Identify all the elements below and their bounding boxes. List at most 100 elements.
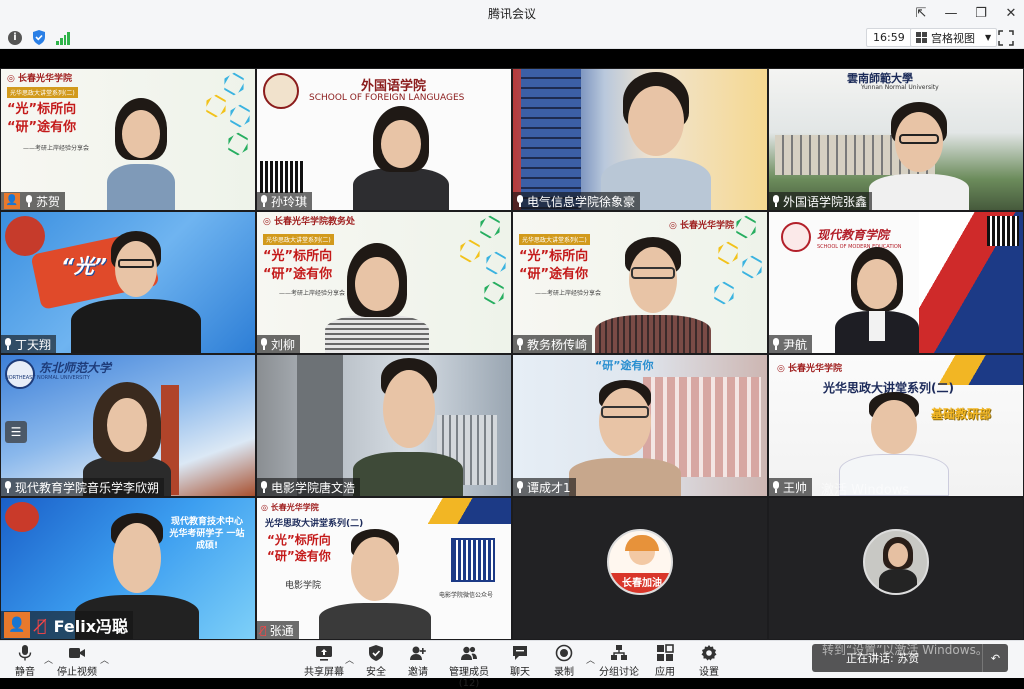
logo-decoration: [5, 216, 45, 256]
signal-icon[interactable]: [56, 31, 70, 45]
video-tile[interactable]: 现代教育技术中心 光华考研学子 一站成硕! 👤 🎙̸ Felix冯聪: [1, 498, 255, 639]
settings-button[interactable]: 设置: [686, 644, 732, 678]
info-icon[interactable]: i: [8, 30, 22, 45]
video-tile[interactable]: ◎ 长春光华学院教务处 光华思政大讲堂系列(二) “光”标所向 “研”途有你 —…: [257, 212, 511, 353]
microphone-icon: [516, 481, 524, 493]
add-user-icon: [410, 646, 426, 660]
participant-name-tag: 👤 苏贺: [1, 192, 66, 210]
restore-icon[interactable]: ❐: [974, 6, 988, 21]
school-logo: ◎ 长春光华学院: [777, 364, 842, 374]
chevron-up-icon[interactable]: ︿: [44, 653, 53, 666]
participant-figure: [71, 231, 201, 353]
video-tile[interactable]: ◎ 长春光华学院 光华思政大讲堂系列(二) “光”标所向 “研”途有你 电影学院…: [257, 498, 511, 639]
stop-video-button[interactable]: 停止视频: [54, 644, 100, 678]
school-seal: [5, 359, 35, 389]
microphone-icon: [516, 195, 524, 207]
school-seal: [781, 222, 811, 252]
avatar: [863, 529, 929, 595]
list-icon[interactable]: ☰: [5, 421, 27, 443]
qr-caption: 电影学院微信公众号: [439, 592, 494, 599]
mute-button[interactable]: 静音: [2, 644, 48, 678]
university-name-en: NORTHEAST NORMAL UNIVERSITY: [5, 375, 90, 381]
hexagon-decoration: [713, 238, 743, 268]
video-tile[interactable]: ◎ 长春光华学院 光华思政大讲堂系列(二) “光”标所向 “研”途有你 ——考研…: [1, 69, 255, 210]
activate-windows-watermark: 转到“设置”以激活 Windows。: [822, 643, 988, 657]
hexagon-decoration: [731, 212, 761, 242]
window-title: 腾讯会议: [487, 7, 536, 21]
participant-figure: [595, 237, 711, 353]
banner-decoration: [407, 498, 511, 524]
fullscreen-icon[interactable]: [998, 30, 1014, 46]
shield-icon: [369, 645, 383, 661]
microphone-icon: [516, 338, 524, 350]
chat-button[interactable]: 聊天: [497, 644, 543, 678]
microphone-icon: [772, 195, 780, 207]
banner-subtitle: ——考研上岸经验分享会: [23, 145, 90, 152]
banner-tag: 光华思政大讲堂系列(二): [7, 87, 78, 98]
view-mode-button[interactable]: 宫格视图 ▼: [910, 28, 998, 47]
record-button[interactable]: 录制: [541, 644, 587, 678]
chat-icon: [513, 646, 527, 660]
qr-code: [987, 216, 1019, 246]
microphone-icon: [772, 338, 780, 350]
video-tile[interactable]: “研”途有你 谭成才1: [513, 355, 767, 496]
hexagon-decoration: [475, 212, 505, 242]
video-tile[interactable]: 电气信息学院徐象豪: [513, 69, 767, 210]
school-name-cn: 现代教育学院: [817, 228, 890, 242]
muted-microphone-icon: 🎙̸: [37, 615, 47, 635]
school-name-cn: 外国语学院: [361, 79, 427, 94]
windows-watermark: 激活 Windows: [821, 483, 910, 496]
qr-code: [451, 538, 495, 582]
video-tile[interactable]: ◎ 长春光华学院 光华思政大讲堂系列(二) “光”标所向 “研”途有你 ——考研…: [513, 212, 767, 353]
participant-figure: [101, 98, 181, 210]
apps-button[interactable]: 应用: [642, 644, 688, 678]
chevron-down-icon: ▼: [985, 33, 992, 42]
participant-name-tag: 现代教育学院音乐学李欣朔: [1, 478, 165, 496]
banner-title: “光”标所向 “研”途有你: [7, 102, 77, 135]
gear-icon: [701, 645, 717, 661]
video-tile[interactable]: 现代教育学院 SCHOOL OF MODERN EDUCATION 尹航: [769, 212, 1023, 353]
participant-name-tag: 刘柳: [257, 335, 301, 353]
pin-icon[interactable]: ⇱: [914, 6, 928, 21]
participant-name-tag: 尹航: [769, 335, 813, 353]
participant-name-tag: 电影学院唐文浩: [257, 478, 361, 496]
video-tile[interactable]: ◎ 长春光华学院 光华思政大讲堂系列(二) 基础教研部 激活 Windows 王…: [769, 355, 1023, 496]
breakout-rooms-button[interactable]: 分组讨论: [596, 644, 642, 678]
record-icon: [555, 644, 573, 662]
video-tile[interactable]: “光” “研” 丁天翔: [1, 212, 255, 353]
close-icon[interactable]: ✕: [1004, 6, 1018, 21]
participant-figure: [569, 380, 681, 496]
microphone-icon: [772, 481, 780, 493]
hexagon-decoration: [737, 252, 767, 282]
window-controls: ⇱ — ❐ ✕: [914, 0, 1018, 27]
shield-icon[interactable]: [32, 30, 46, 45]
participant-name-tag: 孙玲琪: [257, 192, 313, 210]
participant-figure: [829, 247, 925, 353]
minimize-icon[interactable]: —: [944, 6, 958, 21]
chevron-up-icon[interactable]: ︿: [100, 653, 109, 666]
invite-button[interactable]: 邀请: [395, 644, 441, 678]
manage-members-button[interactable]: 管理成员(12): [440, 644, 498, 689]
hexagon-decoration: [709, 278, 739, 308]
participant-figure: [319, 529, 431, 639]
title-bar: 腾讯会议 ⇱ — ❐ ✕: [0, 0, 1024, 27]
apps-icon: [657, 644, 674, 661]
avatar: 长春加油: [607, 529, 673, 595]
video-tile[interactable]: 长春加油: [513, 498, 767, 639]
share-screen-button[interactable]: 共享屏幕: [300, 644, 348, 678]
video-tile[interactable]: 雲南師範大學 Yunnan Normal University 外国语学院张鑫: [769, 69, 1023, 210]
school-seal: [263, 73, 299, 109]
banner-subtitle: ——考研上岸经验分享会: [535, 290, 602, 297]
video-tile[interactable]: [769, 498, 1023, 639]
view-mode-label: 宫格视图: [931, 31, 975, 45]
chevron-up-icon[interactable]: ︿: [586, 653, 595, 666]
university-name-cn: 东北师范大学: [39, 361, 112, 375]
video-tile[interactable]: 东北师范大学 NORTHEAST NORMAL UNIVERSITY ☰ 现代教…: [1, 355, 255, 496]
security-button[interactable]: 安全: [353, 644, 399, 678]
hexagon-decoration: [481, 248, 511, 278]
meeting-time: 16:59: [866, 28, 912, 47]
video-tile[interactable]: 电影学院唐文浩: [257, 355, 511, 496]
building-background: [521, 69, 581, 210]
video-tile[interactable]: 外国语学院 SCHOOL OF FOREIGN LANGUAGES 孙玲琪: [257, 69, 511, 210]
avatar-badge: 长春加油: [609, 573, 671, 593]
